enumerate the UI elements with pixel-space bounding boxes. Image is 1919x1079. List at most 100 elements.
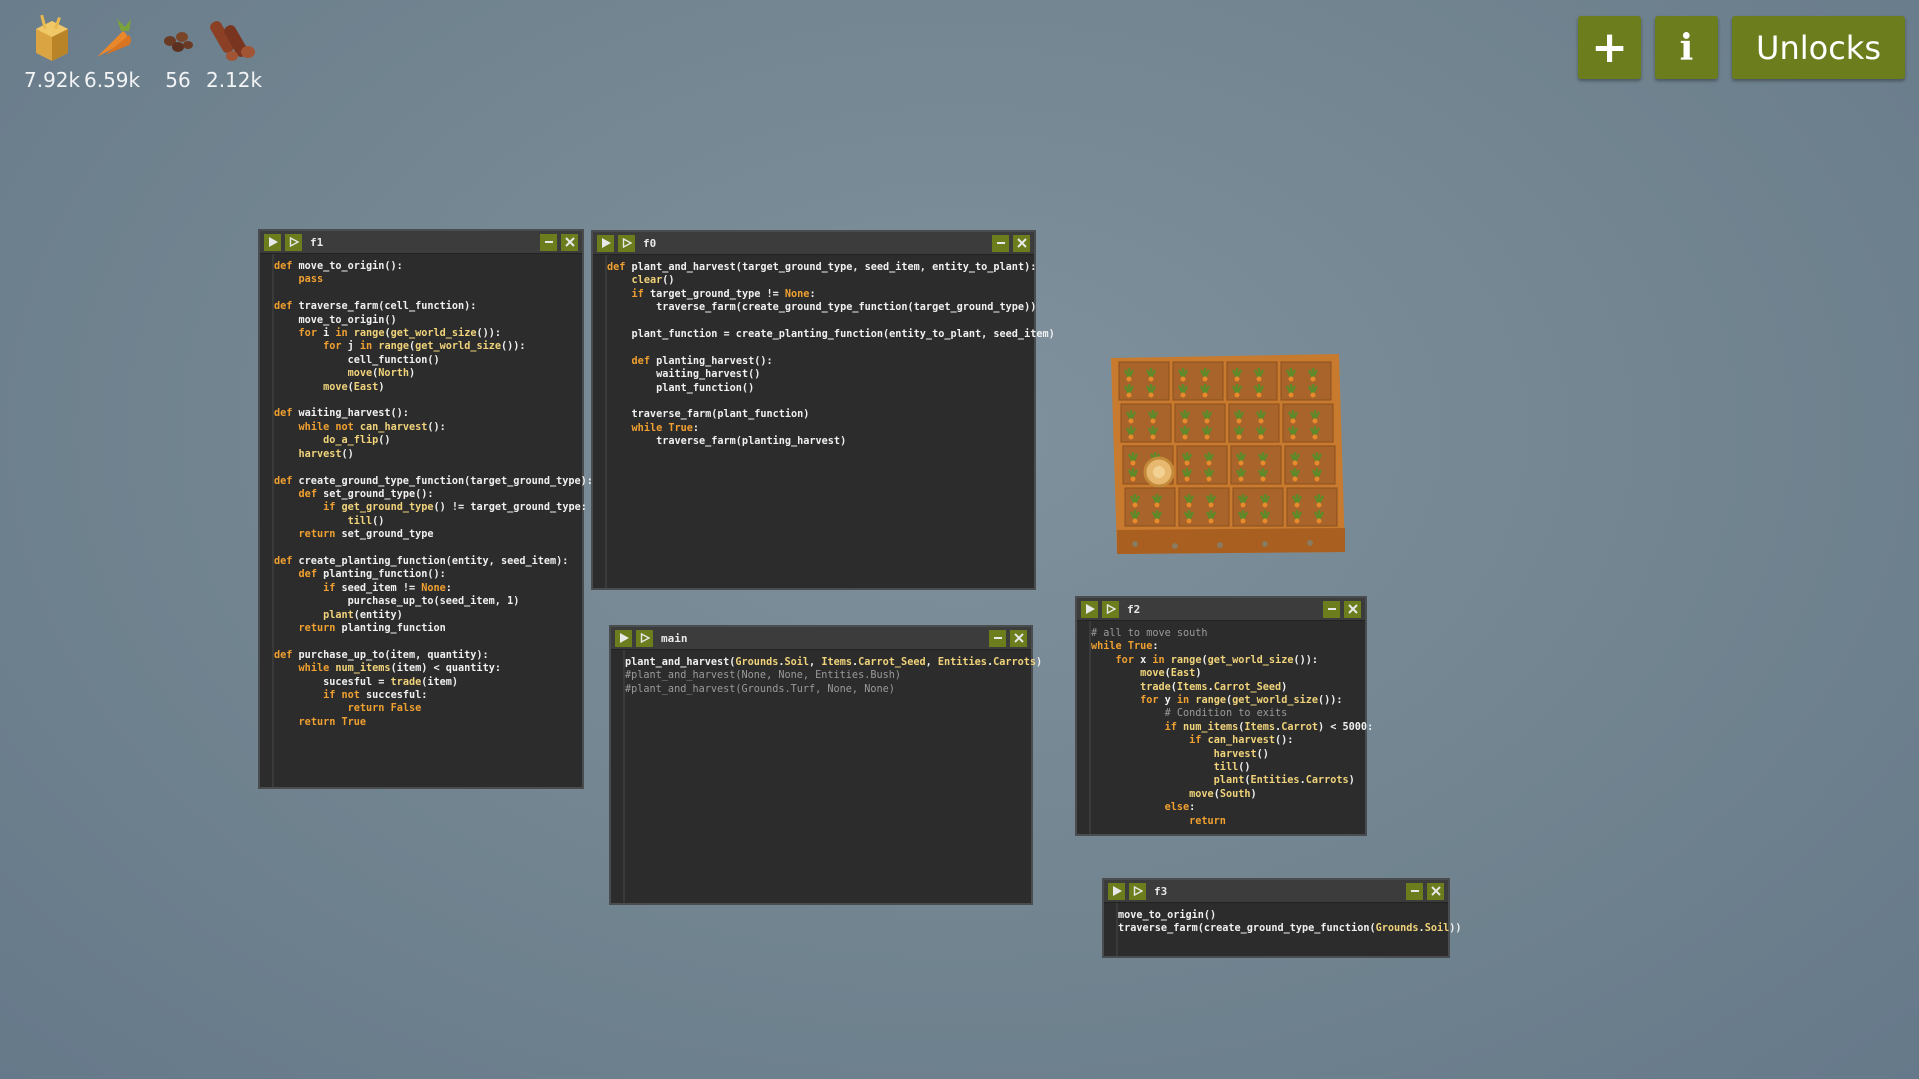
carrot-top bbox=[1316, 502, 1322, 508]
farm-tile bbox=[1174, 403, 1226, 443]
wood-count: 2.12k bbox=[206, 68, 263, 92]
close-icon bbox=[1347, 604, 1358, 614]
window-titlebar[interactable]: main bbox=[611, 627, 1031, 650]
carrot-top bbox=[1262, 518, 1268, 524]
farm-field bbox=[1105, 340, 1355, 575]
carrot-top bbox=[1312, 418, 1318, 424]
step-button[interactable] bbox=[636, 629, 653, 647]
wood-icon bbox=[208, 14, 260, 66]
carrot-top bbox=[1150, 418, 1156, 424]
carrot-top bbox=[1148, 392, 1154, 398]
farm-tile bbox=[1178, 487, 1230, 527]
step-button[interactable] bbox=[1102, 600, 1119, 618]
step-button[interactable] bbox=[1129, 882, 1146, 900]
carrot-top bbox=[1148, 376, 1154, 382]
run-button[interactable] bbox=[1108, 882, 1125, 900]
run-button[interactable] bbox=[597, 234, 614, 252]
play-icon bbox=[1085, 604, 1095, 614]
unlocks-button[interactable]: Unlocks bbox=[1732, 16, 1905, 79]
code-text[interactable]: # all to move south while True: for x in… bbox=[1091, 627, 1373, 828]
code-window-f0[interactable]: f0 def plant_and_harvest(target_ground_t… bbox=[591, 230, 1055, 590]
close-button[interactable] bbox=[561, 233, 578, 251]
carrot-top bbox=[1288, 376, 1294, 382]
code-window-main[interactable]: main plant_and_harvest(Grounds.Soil, Ite… bbox=[609, 625, 1042, 905]
carrot-top bbox=[1130, 460, 1136, 466]
add-window-button[interactable]: + bbox=[1578, 16, 1641, 79]
code-window-f2[interactable]: f2 # all to move south while True: for x… bbox=[1075, 596, 1373, 836]
carrot-top bbox=[1258, 434, 1264, 440]
carrot-top bbox=[1154, 518, 1160, 524]
carrot-top bbox=[1126, 376, 1132, 382]
window-titlebar[interactable]: f2 bbox=[1077, 598, 1365, 621]
minimize-button[interactable] bbox=[1406, 882, 1423, 900]
resource-hay: 7.92k bbox=[24, 14, 80, 92]
carrot-top bbox=[1132, 518, 1138, 524]
carrot-top bbox=[1208, 518, 1214, 524]
seeds-icon bbox=[152, 14, 204, 66]
carrot-top bbox=[1186, 518, 1192, 524]
code-editor[interactable]: move_to_origin() traverse_farm(create_gr… bbox=[1104, 903, 1462, 956]
farm-tile bbox=[1284, 445, 1336, 485]
minimize-button[interactable] bbox=[989, 629, 1006, 647]
farm-tile bbox=[1282, 403, 1334, 443]
code-text[interactable]: move_to_origin() traverse_farm(create_gr… bbox=[1118, 909, 1462, 936]
close-button[interactable] bbox=[1013, 234, 1030, 252]
code-editor[interactable]: # all to move south while True: for x in… bbox=[1077, 621, 1373, 834]
minimize-button[interactable] bbox=[1323, 600, 1340, 618]
window-titlebar[interactable]: f1 bbox=[260, 231, 582, 254]
window-name: main bbox=[661, 631, 688, 645]
carrot-top bbox=[1260, 460, 1266, 466]
carrot-top bbox=[1260, 476, 1266, 482]
carrot-top bbox=[1294, 518, 1300, 524]
info-button[interactable]: i bbox=[1655, 16, 1718, 79]
minimize-button[interactable] bbox=[992, 234, 1009, 252]
step-button[interactable] bbox=[618, 234, 635, 252]
code-editor[interactable]: plant_and_harvest(Grounds.Soil, Items.Ca… bbox=[611, 650, 1042, 903]
farm-tile bbox=[1124, 487, 1176, 527]
carrot-top bbox=[1128, 418, 1134, 424]
step-button[interactable] bbox=[285, 233, 302, 251]
carrot-top bbox=[1234, 392, 1240, 398]
carrot-top bbox=[1184, 476, 1190, 482]
carrot-top bbox=[1240, 502, 1246, 508]
close-button[interactable] bbox=[1344, 600, 1361, 618]
close-icon bbox=[1016, 238, 1027, 248]
seeds-count: 56 bbox=[165, 68, 191, 92]
code-text[interactable]: plant_and_harvest(Grounds.Soil, Items.Ca… bbox=[625, 656, 1042, 696]
carrot-top bbox=[1236, 418, 1242, 424]
step-play-icon bbox=[622, 238, 632, 248]
code-text[interactable]: def plant_and_harvest(target_ground_type… bbox=[607, 261, 1055, 449]
carrot-top bbox=[1262, 502, 1268, 508]
window-name: f2 bbox=[1127, 602, 1141, 616]
resource-seeds: 56 bbox=[152, 14, 204, 92]
minimize-icon bbox=[1327, 608, 1336, 610]
window-titlebar[interactable]: f3 bbox=[1104, 880, 1448, 903]
code-window-f3[interactable]: f3 move_to_origin() traverse_farm(create… bbox=[1102, 878, 1462, 958]
carrot-top bbox=[1256, 376, 1262, 382]
close-button[interactable] bbox=[1427, 882, 1444, 900]
code-text[interactable]: def move_to_origin(): pass def traverse_… bbox=[274, 260, 593, 729]
farm-tile bbox=[1172, 361, 1224, 401]
farm-tile bbox=[1226, 361, 1278, 401]
carrot-top bbox=[1290, 434, 1296, 440]
carrot-top bbox=[1150, 434, 1156, 440]
minimize-button[interactable] bbox=[540, 233, 557, 251]
hay-icon bbox=[26, 14, 78, 66]
carrot-top bbox=[1292, 460, 1298, 466]
resource-wood: 2.12k bbox=[206, 14, 262, 92]
carrot-top bbox=[1202, 392, 1208, 398]
resource-carrot: 6.59k bbox=[84, 14, 140, 92]
farm-tile bbox=[1230, 445, 1282, 485]
run-button[interactable] bbox=[615, 629, 632, 647]
farm-tile bbox=[1228, 403, 1280, 443]
play-icon bbox=[619, 633, 629, 643]
code-editor[interactable]: def plant_and_harvest(target_ground_type… bbox=[593, 255, 1055, 588]
step-play-icon bbox=[289, 237, 299, 247]
close-icon bbox=[1430, 886, 1441, 896]
code-editor[interactable]: def move_to_origin(): pass def traverse_… bbox=[260, 254, 593, 787]
run-button[interactable] bbox=[264, 233, 281, 251]
run-button[interactable] bbox=[1081, 600, 1098, 618]
code-window-f1[interactable]: f1 def move_to_origin(): pass def traver… bbox=[258, 229, 593, 789]
window-titlebar[interactable]: f0 bbox=[593, 232, 1034, 255]
close-button[interactable] bbox=[1010, 629, 1027, 647]
